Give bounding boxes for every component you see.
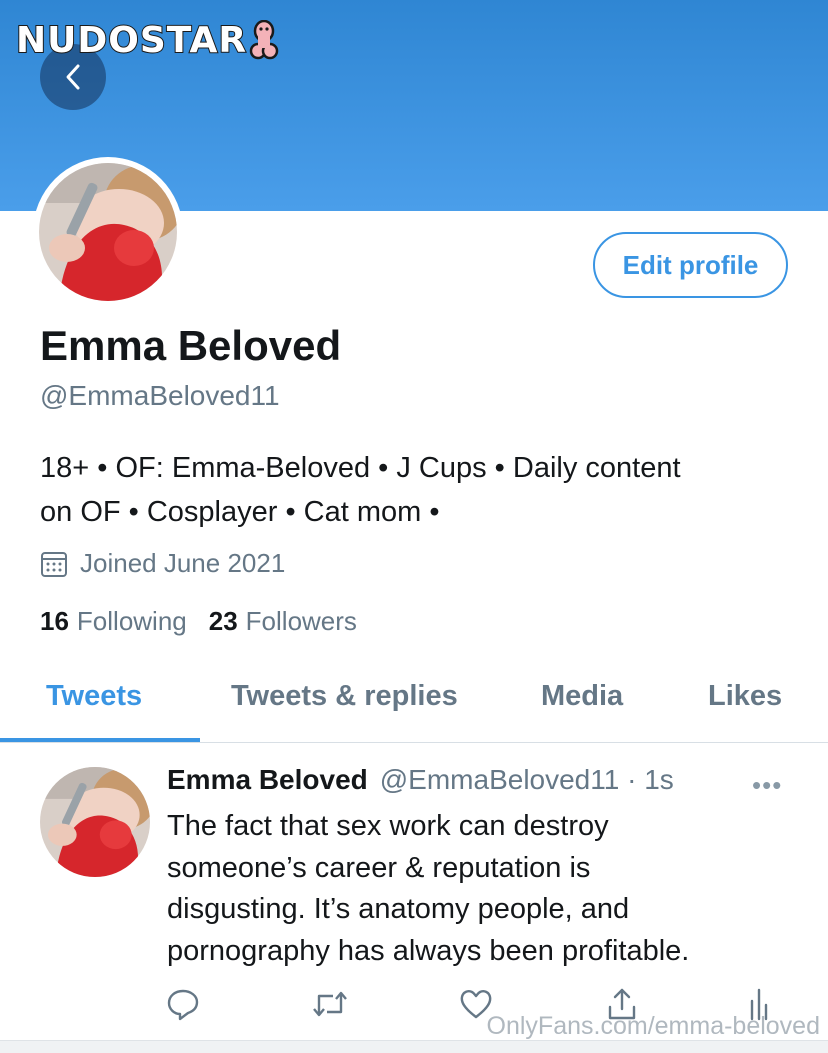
more-options-icon[interactable]: ••• [752,770,782,801]
following-count: 16 [40,606,69,636]
tweet-line: The fact that sex work can destroy [167,810,609,842]
follow-stats: 16 Following 23 Followers [40,606,379,637]
reply-icon [167,989,199,1021]
edit-profile-button[interactable]: Edit profile [593,232,788,298]
footer-watermark: OnlyFans.com/emma-beloved [486,1012,820,1040]
profile-bio: 18+ • OF: Emma-Beloved • J Cups • Daily … [40,446,800,534]
tweet-author-name[interactable]: Emma Beloved [167,764,368,796]
followers-count: 23 [208,606,238,636]
profile-avatar[interactable] [33,157,183,307]
tweet-avatar[interactable] [40,767,150,877]
tweet-header: Emma Beloved @EmmaBeloved11 · 1s [167,764,674,796]
mascot-icon [249,20,279,60]
tweet-text: The fact that sex work can destroy someo… [167,806,807,972]
watermark-logo-text: NUDOSTAR [15,19,248,62]
bottom-divider [0,1040,828,1053]
avatar-photo [40,767,150,877]
joined-date: Joined June 2021 [40,548,285,579]
avatar-photo [39,163,177,301]
calendar-icon [41,551,67,577]
tab-likes[interactable]: Likes [708,680,782,713]
following-label: Following [76,606,187,636]
profile-handle: @EmmaBeloved11 [40,380,280,411]
profile-name: Emma Beloved [40,322,342,369]
tweet-handle-time: @EmmaBeloved11 · 1s [379,764,674,795]
bio-line: on OF • Cosplayer • Cat mom • [40,496,440,528]
following-link[interactable]: 16 Following [40,606,187,637]
tab-tweets[interactable]: Tweets [46,680,142,713]
profile-tabs: Tweets Tweets & replies Media Likes [0,660,828,743]
tweet-line: disgusting. It’s anatomy people, and [167,893,630,925]
tab-media[interactable]: Media [541,680,623,713]
followers-link[interactable]: 23 Followers [209,606,357,637]
tweet-line: pornography has always been profitable. [167,934,690,967]
reply-button[interactable] [164,985,202,1023]
retweet-button[interactable] [311,985,349,1023]
watermark-logo: NUDOSTAR [15,18,279,62]
tweet-line: someone’s career & reputation is [167,851,591,884]
joined-text: Joined June 2021 [80,548,286,578]
bio-line: 18+ • OF: Emma-Beloved • J Cups • Daily … [40,452,681,484]
retweet-icon [313,991,347,1017]
tab-tweets-replies[interactable]: Tweets & replies [231,680,458,713]
chevron-left-icon [66,64,80,90]
active-tab-indicator [0,738,200,742]
followers-label: Followers [245,606,357,636]
